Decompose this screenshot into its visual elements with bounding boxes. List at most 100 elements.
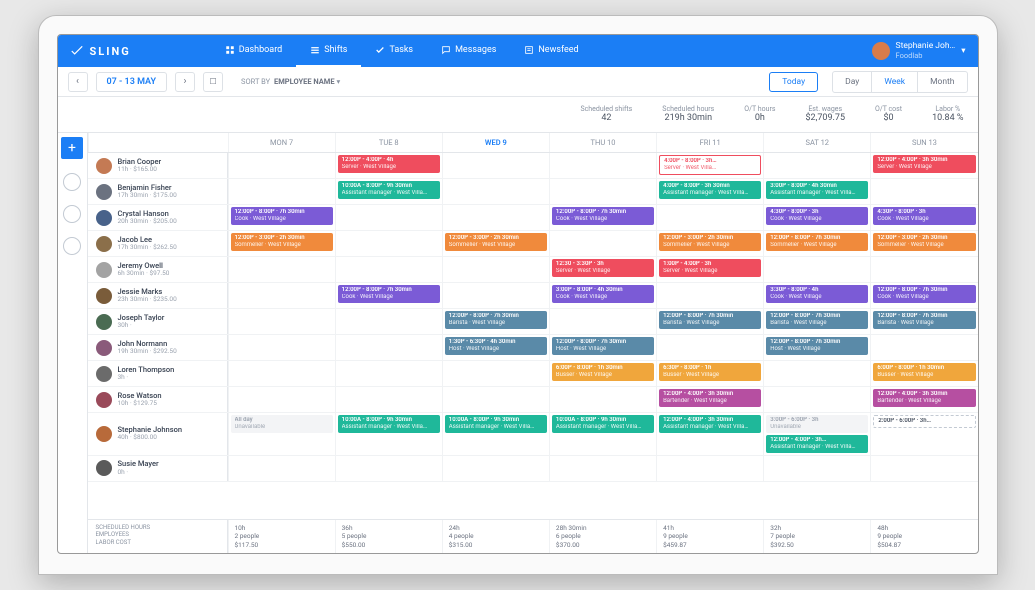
day-cell[interactable]: 12:00P - 4:00P · 3h 30minBartender · Wes… xyxy=(656,387,763,412)
day-cell[interactable]: 12:00P - 8:00P · 7h 30minBarista · West … xyxy=(656,309,763,334)
day-cell[interactable]: 10:00A - 8:00P · 9h 30minAssistant manag… xyxy=(335,179,442,204)
day-cell[interactable]: 12:00P - 8:00P · 7h 30minHost · West Vil… xyxy=(763,335,870,360)
day-cell[interactable]: 1:30P - 6:30P · 4h 30minHost · West Vill… xyxy=(442,335,549,360)
shift-block[interactable]: 12:00P - 8:00P · 7h 30minHost · West Vil… xyxy=(766,337,868,355)
shift-block[interactable]: 3:00P - 6:00P · 3hUnavailable xyxy=(766,415,868,433)
nav-shifts[interactable]: Shifts xyxy=(296,35,361,67)
day-cell[interactable]: 12:00P - 8:00P · 7h 30minHost · West Vil… xyxy=(549,335,656,360)
day-cell[interactable] xyxy=(870,179,977,204)
add-shift-button[interactable]: + xyxy=(61,137,83,159)
day-cell[interactable]: 12:00P - 8:00P · 7h 30minCook · West Vil… xyxy=(870,283,977,308)
day-cell[interactable] xyxy=(870,335,977,360)
day-cell[interactable] xyxy=(763,153,870,178)
nav-newsfeed[interactable]: Newsfeed xyxy=(510,35,592,67)
shift-block[interactable]: 6:00P - 8:00P · 1h 30minBusser · West Vi… xyxy=(552,363,654,381)
shift-block[interactable]: 6:00P - 8:00P · 1h 30minBusser · West Vi… xyxy=(873,363,975,381)
shift-block[interactable]: 12:00P - 3:00P · 2h 30minSommelier · Wes… xyxy=(873,233,975,251)
day-cell[interactable] xyxy=(335,387,442,412)
nav-messages[interactable]: Messages xyxy=(427,35,510,67)
day-cell[interactable] xyxy=(870,456,977,481)
day-cell[interactable] xyxy=(335,456,442,481)
day-cell[interactable] xyxy=(335,335,442,360)
employee-cell[interactable]: John Normann19h 30min · $292.50 xyxy=(88,335,228,360)
date-range[interactable]: 07 - 13 MAY xyxy=(96,72,168,92)
day-cell[interactable] xyxy=(442,361,549,386)
day-cell[interactable]: 10:00A - 8:00P · 9h 30minAssistant manag… xyxy=(549,413,656,455)
shift-block[interactable]: 12:00P - 8:00P · 7h 30minCook · West Vil… xyxy=(338,285,440,303)
shift-block[interactable]: 12:00P - 4:00P · 3h 30minAssistant manag… xyxy=(659,415,761,433)
shift-block[interactable]: 12:00P - 8:00P · 7h 30minHost · West Vil… xyxy=(552,337,654,355)
employee-cell[interactable]: Rose Watson10h · $129.75 xyxy=(88,387,228,412)
day-cell[interactable] xyxy=(549,179,656,204)
day-cell[interactable]: 3:00P - 6:00P · 3hUnavailable 12:00P - 4:… xyxy=(763,413,870,455)
employee-cell[interactable]: Loren Thompson3h · xyxy=(88,361,228,386)
day-cell[interactable] xyxy=(549,387,656,412)
nav-tasks[interactable]: Tasks xyxy=(361,35,427,67)
day-cell[interactable] xyxy=(228,387,335,412)
day-cell[interactable]: 4:30P - 8:00P · 3hCook · West Village xyxy=(870,205,977,230)
shift-block[interactable]: 12:00P - 8:00P · 7h 30minBarista · West … xyxy=(445,311,547,329)
employee-cell[interactable]: Susie Mayer0h · xyxy=(88,456,228,481)
day-cell[interactable]: 12:00P - 3:00P · 2h 30minSommelier · Wes… xyxy=(442,231,549,256)
day-cell[interactable]: 12:00P - 4:00P · 3h 30minAssistant manag… xyxy=(656,413,763,455)
day-cell[interactable] xyxy=(442,387,549,412)
day-cell[interactable] xyxy=(442,153,549,178)
shift-block[interactable]: 10:00A - 8:00P · 9h 30minAssistant manag… xyxy=(338,181,440,199)
next-week-button[interactable]: › xyxy=(175,72,195,92)
user-menu[interactable]: Stephanie Joh… Foodlab ▾ xyxy=(872,42,966,60)
day-cell[interactable] xyxy=(549,231,656,256)
day-cell[interactable]: All dayUnavailable xyxy=(228,413,335,455)
day-cell[interactable] xyxy=(549,456,656,481)
day-cell[interactable]: 12:00P - 4:00P · 3h 30minServer · West V… xyxy=(870,153,977,178)
shift-block[interactable]: 10:00A - 8:00P · 9h 30minAssistant manag… xyxy=(338,415,440,433)
day-cell[interactable]: 10:00A - 8:00P · 9h 30minAssistant manag… xyxy=(442,413,549,455)
day-cell[interactable] xyxy=(442,257,549,282)
shift-block[interactable]: 3:30P - 8:00P · 4hCook · West Village xyxy=(766,285,868,303)
day-cell[interactable]: 12:00P - 8:00P · 7h 30minCook · West Vil… xyxy=(549,205,656,230)
day-cell[interactable] xyxy=(442,456,549,481)
day-cell[interactable] xyxy=(442,205,549,230)
shift-block[interactable]: 4:00P - 8:00P · 3h 30minAssistant manage… xyxy=(659,181,761,199)
day-cell[interactable] xyxy=(335,309,442,334)
employee-cell[interactable]: Jessie Marks23h 30min · $235.00 xyxy=(88,283,228,308)
shift-block[interactable]: 12:00P - 3:00P · 2h 30minSommelier · Wes… xyxy=(659,233,761,251)
day-cell[interactable]: 12:00P - 4:00P · 3h 30minBartender · Wes… xyxy=(870,387,977,412)
side-people-icon[interactable] xyxy=(63,205,81,223)
shift-block[interactable]: 12:00P - 4:00P · 3h…Assistant manager · … xyxy=(766,435,868,453)
day-cell[interactable] xyxy=(228,153,335,178)
shift-block[interactable]: 12:00P - 8:00P · 7h 30minCook · West Vil… xyxy=(552,207,654,225)
day-cell[interactable]: 4:30P - 8:00P · 3hCook · West Village xyxy=(763,205,870,230)
day-cell[interactable] xyxy=(228,257,335,282)
day-cell[interactable] xyxy=(228,309,335,334)
day-cell[interactable]: 12:00P - 8:00P · 7h 30minCook · West Vil… xyxy=(335,283,442,308)
shift-block[interactable]: 10:00A - 8:00P · 9h 30minAssistant manag… xyxy=(445,415,547,433)
day-cell[interactable]: 10:00A - 8:00P · 9h 30minAssistant manag… xyxy=(335,413,442,455)
shift-block[interactable]: 12:00P - 8:00P · 7h 30minSommelier · Wes… xyxy=(766,233,868,251)
day-cell[interactable] xyxy=(442,179,549,204)
day-cell[interactable]: 12:30 - 3:30P · 3hServer · West Village xyxy=(549,257,656,282)
day-cell[interactable] xyxy=(763,361,870,386)
day-cell[interactable]: 4:00P - 8:00P · 3h 30minAssistant manage… xyxy=(656,179,763,204)
day-cell[interactable]: 12:00P - 8:00P · 7h 30minBarista · West … xyxy=(763,309,870,334)
today-button[interactable]: Today xyxy=(769,72,818,92)
day-cell[interactable] xyxy=(763,387,870,412)
calendar-button[interactable]: ☐ xyxy=(203,72,223,92)
shift-block[interactable]: 12:00P - 8:00P · 7h 30minBarista · West … xyxy=(873,311,975,329)
day-cell[interactable] xyxy=(549,309,656,334)
day-cell[interactable]: 3:30P - 8:00P · 4hCook · West Village xyxy=(763,283,870,308)
shift-block[interactable]: 4:30P - 8:00P · 3hCook · West Village xyxy=(766,207,868,225)
day-cell[interactable]: 4:00P - 8:00P · 3h…Server · West Villa… xyxy=(656,153,763,178)
shift-block[interactable]: 12:00P - 3:00P · 2h 30minSommelier · Wes… xyxy=(445,233,547,251)
side-location-icon[interactable] xyxy=(63,173,81,191)
day-cell[interactable]: 12:00P - 8:00P · 7h 30minBarista · West … xyxy=(442,309,549,334)
shift-block[interactable]: 3:00P - 8:00P · 4h 30minAssistant manage… xyxy=(766,181,868,199)
employee-cell[interactable]: Brian Cooper11h · $165.00 xyxy=(88,153,228,178)
shift-block[interactable]: 12:00P - 8:00P · 7h 30minCook · West Vil… xyxy=(873,285,975,303)
day-cell[interactable]: 3:00P - 8:00P · 4h 30minAssistant manage… xyxy=(763,179,870,204)
shift-block[interactable]: 12:00P - 4:00P · 3h 30minBartender · Wes… xyxy=(659,389,761,407)
prev-week-button[interactable]: ‹ xyxy=(68,72,88,92)
day-cell[interactable] xyxy=(656,205,763,230)
day-cell[interactable] xyxy=(228,361,335,386)
employee-cell[interactable]: Jacob Lee17h 30min · $262.50 xyxy=(88,231,228,256)
day-cell[interactable]: 12:00P - 3:00P · 2h 30minSommelier · Wes… xyxy=(656,231,763,256)
